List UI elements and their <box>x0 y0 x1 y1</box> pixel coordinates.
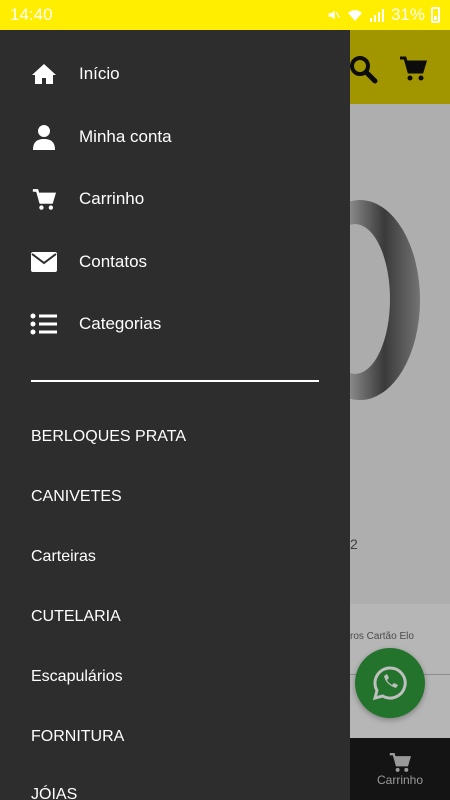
menu-label: Categorias <box>79 314 162 333</box>
category-item[interactable]: BERLOQUES PRATA <box>31 428 186 446</box>
menu-label: Minha conta <box>79 127 172 146</box>
battery-icon <box>431 7 440 23</box>
menu-item-carrinho[interactable]: Carrinho <box>0 174 350 224</box>
home-icon <box>30 60 58 88</box>
menu-label: Contatos <box>79 252 148 271</box>
status-icons: 31% <box>325 5 440 25</box>
list-icon <box>30 310 58 338</box>
menu-item-inicio[interactable]: Início <box>0 49 350 99</box>
signal-icon <box>369 9 384 22</box>
battery-percent: 31% <box>390 5 425 24</box>
category-item[interactable]: Escapulários <box>31 668 123 686</box>
status-time: 14:40 <box>10 5 53 24</box>
menu-label: Carrinho <box>79 189 145 208</box>
drawer-divider <box>31 380 319 382</box>
menu-item-categorias[interactable]: Categorias <box>0 299 350 349</box>
category-item[interactable]: FORNITURA <box>31 728 124 746</box>
cart-icon <box>30 185 58 213</box>
wifi-icon <box>347 10 362 21</box>
category-item[interactable]: CUTELARIA <box>31 608 121 626</box>
navigation-drawer: Início Minha conta Carrinho Contatos Cat… <box>0 30 350 800</box>
category-item[interactable]: JÓIAS <box>31 786 77 800</box>
envelope-icon <box>30 248 58 276</box>
menu-item-contatos[interactable]: Contatos <box>0 237 350 287</box>
menu-label: Início <box>79 64 120 83</box>
menu-item-minha-conta[interactable]: Minha conta <box>0 112 350 162</box>
user-icon <box>30 123 58 151</box>
category-item[interactable]: CANIVETES <box>31 488 122 506</box>
status-bar: 14:40 31% <box>0 0 450 30</box>
category-item[interactable]: Carteiras <box>31 548 96 566</box>
mute-icon <box>328 10 340 20</box>
